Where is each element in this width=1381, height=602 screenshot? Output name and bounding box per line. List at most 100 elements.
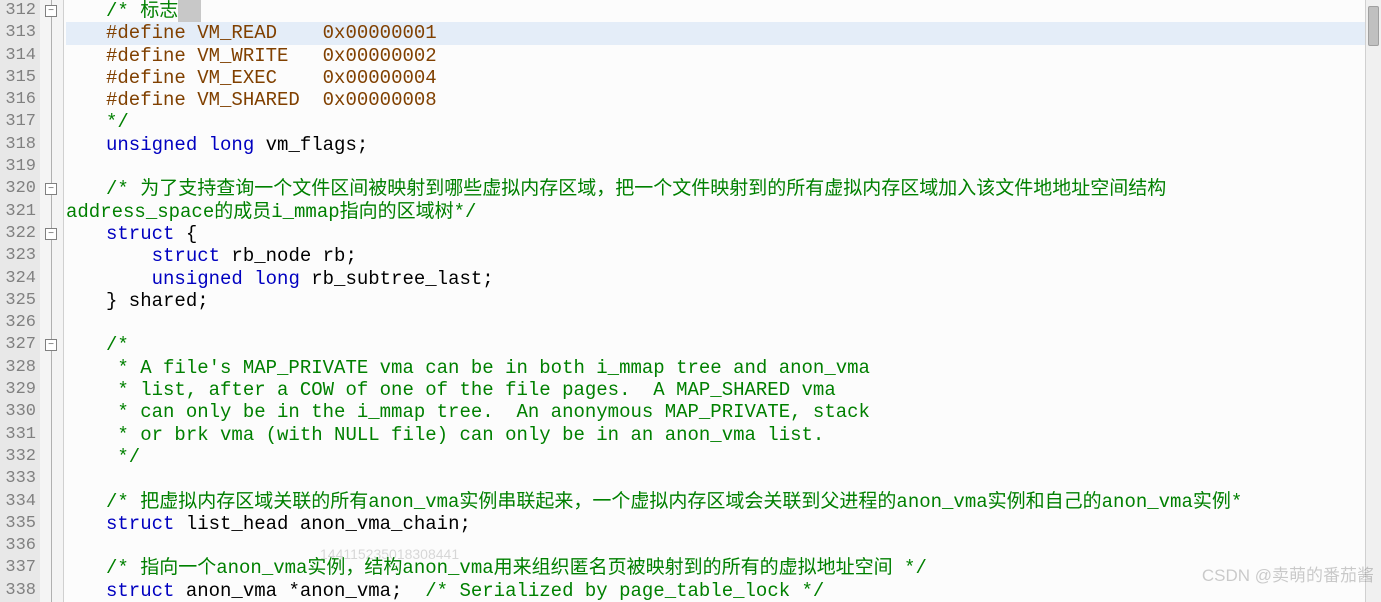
fold-toggle-icon[interactable]: −	[45, 339, 57, 351]
line-number[interactable]: 325	[2, 290, 36, 312]
code-line[interactable]: #define VM_EXEC 0x00000004	[66, 67, 1381, 89]
token-c: /*	[106, 334, 129, 356]
fold-cell[interactable]: −	[40, 223, 63, 245]
token-c: /* 为了支持查询一个文件区间被映射到哪些虚拟内存区域，把一个文件映射到的所有虚…	[106, 178, 1166, 200]
line-number[interactable]: 328	[2, 357, 36, 379]
token-pp: #define	[106, 22, 197, 44]
code-line[interactable]: struct {	[66, 223, 1381, 245]
fold-cell[interactable]	[40, 22, 63, 44]
code-line[interactable]: unsigned long vm_flags;	[66, 134, 1381, 156]
code-line[interactable]: * or brk vma (with NULL file) can only b…	[66, 424, 1381, 446]
fold-cell[interactable]	[40, 424, 63, 446]
code-line[interactable]: struct list_head anon_vma_chain;	[66, 513, 1381, 535]
line-number[interactable]: 312	[2, 0, 36, 22]
line-number[interactable]: 318	[2, 134, 36, 156]
code-line[interactable]	[66, 156, 1381, 178]
code-line[interactable]: * list, after a COW of one of the file p…	[66, 379, 1381, 401]
line-number[interactable]: 333	[2, 468, 36, 490]
line-number[interactable]: 331	[2, 424, 36, 446]
fold-cell[interactable]	[40, 312, 63, 334]
fold-cell[interactable]	[40, 201, 63, 223]
line-number[interactable]: 337	[2, 557, 36, 579]
fold-cell[interactable]	[40, 111, 63, 133]
code-line[interactable]: struct anon_vma *anon_vma; /* Serialized…	[66, 580, 1381, 602]
fold-cell[interactable]	[40, 557, 63, 579]
code-line[interactable]: /* 标志	[66, 0, 1381, 22]
token-pp	[277, 22, 323, 44]
code-line[interactable]: } shared;	[66, 290, 1381, 312]
line-number[interactable]: 313	[2, 22, 36, 44]
code-line[interactable]: * can only be in the i_mmap tree. An ano…	[66, 401, 1381, 423]
vertical-scrollbar[interactable]	[1365, 0, 1381, 602]
code-line[interactable]: unsigned long rb_subtree_last;	[66, 268, 1381, 290]
line-number[interactable]: 319	[2, 156, 36, 178]
token-pp	[288, 45, 322, 67]
token-blk	[106, 268, 152, 290]
fold-cell[interactable]	[40, 245, 63, 267]
code-line[interactable]: /* 指向一个anon_vma实例，结构anon_vma用来组织匿名页被映射到的…	[66, 557, 1381, 579]
line-number[interactable]: 321	[2, 201, 36, 223]
fold-cell[interactable]: −	[40, 178, 63, 200]
code-line[interactable]: #define VM_SHARED 0x00000008	[66, 89, 1381, 111]
fold-cell[interactable]	[40, 446, 63, 468]
code-line[interactable]: /* 为了支持查询一个文件区间被映射到哪些虚拟内存区域，把一个文件映射到的所有虚…	[66, 178, 1381, 200]
code-line[interactable]: /* 把虚拟内存区域关联的所有anon_vma实例串联起来，一个虚拟内存区域会关…	[66, 491, 1381, 513]
fold-cell[interactable]	[40, 67, 63, 89]
line-number[interactable]: 336	[2, 535, 36, 557]
fold-cell[interactable]	[40, 357, 63, 379]
code-line[interactable]: #define VM_WRITE 0x00000002	[66, 45, 1381, 67]
line-number[interactable]: 316	[2, 89, 36, 111]
fold-cell[interactable]	[40, 491, 63, 513]
token-c: * or brk vma (with NULL file) can only b…	[106, 424, 824, 446]
token-kw: struct	[106, 223, 174, 245]
fold-cell[interactable]	[40, 513, 63, 535]
code-area[interactable]: /* 标志 #define VM_READ 0x00000001#define …	[64, 0, 1381, 602]
fold-toggle-icon[interactable]: −	[45, 183, 57, 195]
fold-cell[interactable]	[40, 379, 63, 401]
code-line[interactable]: struct rb_node rb;	[66, 245, 1381, 267]
line-number[interactable]: 322	[2, 223, 36, 245]
line-number[interactable]: 326	[2, 312, 36, 334]
line-number[interactable]: 327	[2, 334, 36, 356]
fold-cell[interactable]	[40, 89, 63, 111]
code-line[interactable]	[66, 535, 1381, 557]
code-line[interactable]: */	[66, 446, 1381, 468]
scroll-thumb[interactable]	[1368, 6, 1379, 46]
line-number[interactable]: 334	[2, 491, 36, 513]
fold-toggle-icon[interactable]: −	[45, 228, 57, 240]
line-number[interactable]: 314	[2, 45, 36, 67]
fold-cell[interactable]	[40, 468, 63, 490]
fold-cell[interactable]: −	[40, 334, 63, 356]
line-number[interactable]: 338	[2, 580, 36, 602]
fold-toggle-icon[interactable]: −	[45, 5, 57, 17]
fold-cell[interactable]	[40, 45, 63, 67]
line-number[interactable]: 323	[2, 245, 36, 267]
code-line[interactable]: * A file's MAP_PRIVATE vma can be in bot…	[66, 357, 1381, 379]
line-number[interactable]: 335	[2, 513, 36, 535]
fold-cell[interactable]	[40, 134, 63, 156]
fold-column[interactable]: − − − −	[40, 0, 64, 602]
line-number[interactable]: 324	[2, 268, 36, 290]
fold-cell[interactable]	[40, 290, 63, 312]
code-line[interactable]: */	[66, 111, 1381, 133]
line-number-gutter[interactable]: 3123133143153163173183193203213223233243…	[0, 0, 40, 602]
code-line[interactable]: /*	[66, 334, 1381, 356]
token-kw: unsigned	[106, 134, 197, 156]
line-number[interactable]: 330	[2, 401, 36, 423]
line-number[interactable]: 329	[2, 379, 36, 401]
fold-cell[interactable]	[40, 535, 63, 557]
fold-cell[interactable]: −	[40, 0, 63, 22]
line-number[interactable]: 320	[2, 178, 36, 200]
fold-cell[interactable]	[40, 401, 63, 423]
line-number[interactable]: 315	[2, 67, 36, 89]
fold-cell[interactable]	[40, 156, 63, 178]
fold-cell[interactable]	[40, 580, 63, 602]
token-pp: 0x00000004	[323, 67, 437, 89]
code-line[interactable]	[66, 312, 1381, 334]
code-line[interactable]: #define VM_READ 0x00000001	[66, 22, 1381, 44]
fold-cell[interactable]	[40, 268, 63, 290]
code-line[interactable]: address_space的成员i_mmap指向的区域树*/	[66, 201, 1381, 223]
line-number[interactable]: 332	[2, 446, 36, 468]
code-line[interactable]	[66, 468, 1381, 490]
line-number[interactable]: 317	[2, 111, 36, 133]
